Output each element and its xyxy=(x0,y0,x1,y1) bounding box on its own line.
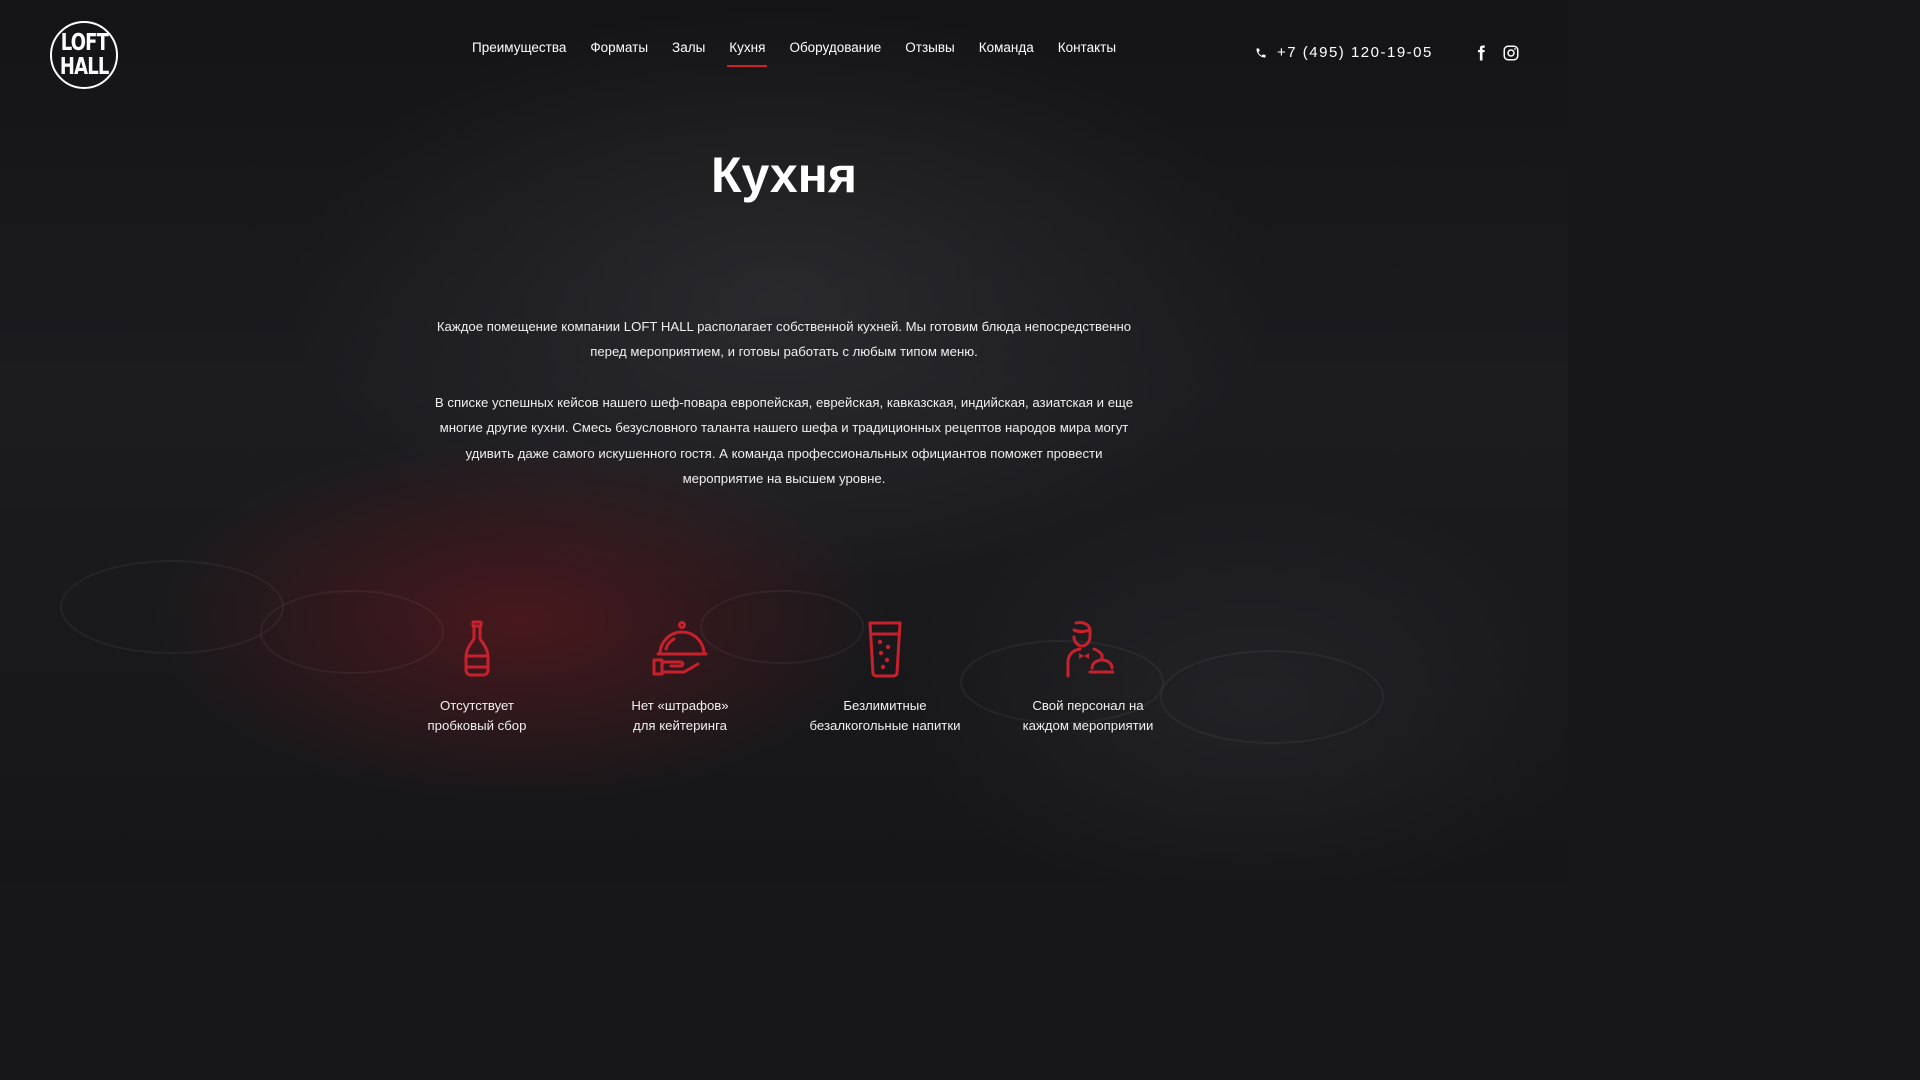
nav-item-halls[interactable]: Залы xyxy=(660,40,717,67)
phone-icon xyxy=(1256,48,1266,57)
feature-item: Свой персонал на каждом мероприятии xyxy=(988,620,1188,736)
instagram-icon[interactable] xyxy=(1502,44,1520,62)
feature-label: Нет «штрафов» для кейтеринга xyxy=(631,698,729,733)
feature-item: Отсутствует пробковый сбор xyxy=(377,620,577,736)
feature-label: Безлимитные безалкогольные напитки xyxy=(809,698,961,733)
logo-line-2: HALL xyxy=(59,54,109,80)
page-title: Кухня xyxy=(710,147,858,203)
logo-line-1: LOFT xyxy=(60,30,108,56)
nav-item-kitchen[interactable]: Кухня xyxy=(717,40,777,67)
drink-glass-icon xyxy=(868,621,902,678)
details-paragraph: В списке успешных кейсов нашего шеф-пова… xyxy=(434,395,1134,486)
feature-item: Безлимитные безалкогольные напитки xyxy=(785,620,985,736)
site-header: LOFT HALL Преимущества Форматы Залы Кухн… xyxy=(0,0,1568,108)
nav-item-equipment[interactable]: Оборудование xyxy=(777,40,893,67)
main-nav: Преимущества Форматы Залы Кухня Оборудов… xyxy=(460,40,1128,67)
nav-item-team[interactable]: Команда xyxy=(967,40,1046,67)
waiter-icon xyxy=(1066,621,1114,678)
background-glass xyxy=(1160,650,1384,744)
logo[interactable]: LOFT HALL xyxy=(50,21,118,89)
background-glass xyxy=(60,560,284,654)
cloche-icon xyxy=(652,621,708,676)
feature-label: Свой персонал на каждом мероприятии xyxy=(1022,698,1154,733)
nav-item-reviews[interactable]: Отзывы xyxy=(893,40,966,67)
nav-item-advantages[interactable]: Преимущества xyxy=(460,40,578,67)
phone-number: +7 (495) 120-19-05 xyxy=(1277,44,1433,61)
bottle-icon xyxy=(464,620,490,677)
intro-paragraph: Каждое помещение компании LOFT HALL расп… xyxy=(436,319,1132,360)
features-list: Отсутствует пробковый сбор Нет «штрафов»… xyxy=(377,620,1193,760)
facebook-icon[interactable] xyxy=(1472,44,1490,62)
phone-link[interactable]: +7 (495) 120-19-05 xyxy=(1255,44,1433,61)
feature-item: Нет «штрафов» для кейтеринга xyxy=(580,620,780,736)
nav-item-formats[interactable]: Форматы xyxy=(578,40,660,67)
feature-label: Отсутствует пробковый сбор xyxy=(427,698,527,733)
page: LOFT HALL Преимущества Форматы Залы Кухн… xyxy=(0,0,1568,882)
nav-item-contacts[interactable]: Контакты xyxy=(1046,40,1128,67)
